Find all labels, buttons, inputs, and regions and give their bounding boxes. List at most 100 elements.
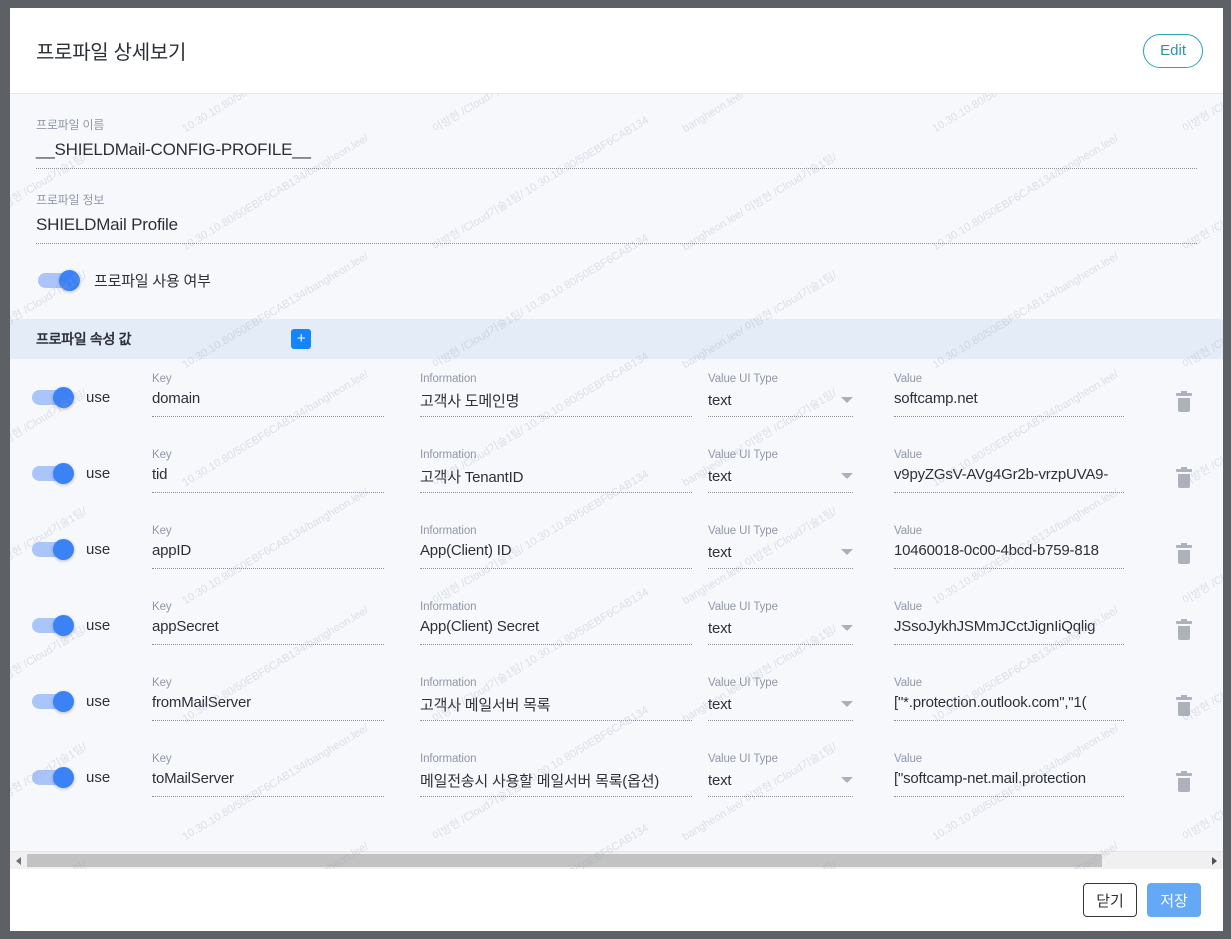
- attribute-uitype-value: text: [708, 544, 732, 561]
- attribute-key-input[interactable]: fromMailServer: [152, 694, 384, 721]
- chevron-down-icon: [841, 548, 853, 555]
- attribute-value-input[interactable]: JSsoJykhJSMmJCctJignIiQqlig: [894, 618, 1124, 645]
- attribute-information-cell: Information App(Client) Secret: [420, 595, 708, 645]
- key-column-label: Key: [152, 449, 172, 461]
- profile-enabled-label: 프로파일 사용 여부: [94, 273, 211, 290]
- attribute-value-input[interactable]: v9pyZGsV-AVg4Gr2b-vrzpUVA9-: [894, 466, 1124, 493]
- attribute-key-input[interactable]: toMailServer: [152, 770, 384, 797]
- attribute-value-input[interactable]: ["softcamp-net.mail.protection: [894, 770, 1124, 797]
- attribute-uitype-select[interactable]: text: [708, 770, 853, 797]
- table-row: use Key fromMailServer Information 고객사 메일서버 …: [10, 671, 1223, 747]
- attribute-value-input[interactable]: 10460018-0c00-4bcd-b759-818: [894, 542, 1124, 569]
- attribute-delete-cell: [1154, 367, 1214, 412]
- information-column-label: Information: [420, 373, 477, 385]
- save-button[interactable]: 저장: [1147, 883, 1201, 917]
- attribute-information-input[interactable]: 고객사 도메인명: [420, 390, 692, 417]
- attribute-use-toggle[interactable]: [32, 539, 74, 560]
- attribute-key-input[interactable]: domain: [152, 390, 384, 417]
- trash-icon[interactable]: [1176, 467, 1192, 488]
- trash-icon[interactable]: [1176, 695, 1192, 716]
- attribute-use-toggle[interactable]: [32, 767, 74, 788]
- attributes-row-list: use Key domain Information 고객사 도메인명 Value UI …: [10, 359, 1223, 823]
- attribute-key-cell: Key toMailServer: [152, 747, 420, 797]
- uitype-column-label: Value UI Type: [708, 753, 778, 765]
- toggle-knob-icon: [53, 691, 74, 712]
- trash-icon[interactable]: [1176, 543, 1192, 564]
- dialog-header: 프로파일 상세보기 Edit: [10, 8, 1223, 94]
- attribute-use-toggle[interactable]: [32, 691, 74, 712]
- attribute-information-input[interactable]: 고객사 메일서버 목록: [420, 694, 692, 721]
- attribute-value-cell: Value 10460018-0c00-4bcd-b759-818: [894, 519, 1154, 569]
- attribute-key-cell: Key appSecret: [152, 595, 420, 645]
- key-column-label: Key: [152, 601, 172, 613]
- trash-icon[interactable]: [1176, 619, 1192, 640]
- attribute-information-cell: Information 고객사 도메인명: [420, 367, 708, 417]
- attribute-information-input[interactable]: App(Client) Secret: [420, 618, 692, 645]
- close-button[interactable]: 닫기: [1083, 883, 1137, 917]
- profile-info-input[interactable]: SHIELDMail Profile: [36, 215, 1197, 244]
- attribute-use-cell: use: [32, 595, 152, 636]
- attribute-use-toggle[interactable]: [32, 615, 74, 636]
- attribute-uitype-cell: Value UI Type text: [708, 367, 894, 417]
- attribute-uitype-value: text: [708, 468, 732, 485]
- scroll-right-arrow-icon[interactable]: [1206, 852, 1223, 869]
- attribute-delete-cell: [1154, 747, 1214, 792]
- attribute-use-label: use: [86, 465, 111, 482]
- attribute-information-cell: Information App(Client) ID: [420, 519, 708, 569]
- value-column-label: Value: [894, 753, 923, 765]
- attribute-information-cell: Information 메일전송시 사용할 메일서버 목록(옵션): [420, 747, 708, 797]
- chevron-down-icon: [841, 472, 853, 479]
- value-column-label: Value: [894, 525, 923, 537]
- attribute-use-toggle[interactable]: [32, 387, 74, 408]
- value-column-label: Value: [894, 601, 923, 613]
- attribute-information-input[interactable]: 메일전송시 사용할 메일서버 목록(옵션): [420, 770, 692, 797]
- chevron-down-icon: [841, 776, 853, 783]
- dialog-body: 프로파일 이름 __SHIELDMail-CONFIG-PROFILE__ 프로…: [10, 94, 1223, 869]
- scrollbar-track[interactable]: [1102, 854, 1206, 867]
- toggle-knob-icon: [53, 387, 74, 408]
- value-column-label: Value: [894, 373, 923, 385]
- attribute-value-input[interactable]: softcamp.net: [894, 390, 1124, 417]
- attribute-value-input[interactable]: ["*.protection.outlook.com","1(: [894, 694, 1124, 721]
- attribute-use-label: use: [86, 541, 111, 558]
- attribute-uitype-value: text: [708, 772, 732, 789]
- attribute-information-input[interactable]: App(Client) ID: [420, 542, 692, 569]
- edit-button[interactable]: Edit: [1143, 33, 1203, 68]
- attribute-delete-cell: [1154, 519, 1214, 564]
- horizontal-scrollbar[interactable]: [10, 851, 1223, 869]
- uitype-column-label: Value UI Type: [708, 601, 778, 613]
- attribute-key-input[interactable]: appID: [152, 542, 384, 569]
- attribute-use-label: use: [86, 693, 111, 710]
- chevron-down-icon: [841, 700, 853, 707]
- attribute-use-label: use: [86, 769, 111, 786]
- trash-icon[interactable]: [1176, 391, 1192, 412]
- attribute-uitype-select[interactable]: text: [708, 618, 853, 645]
- attribute-use-cell: use: [32, 443, 152, 484]
- attribute-uitype-select[interactable]: text: [708, 542, 853, 569]
- attribute-use-toggle[interactable]: [32, 463, 74, 484]
- trash-icon[interactable]: [1176, 771, 1192, 792]
- attribute-uitype-cell: Value UI Type text: [708, 443, 894, 493]
- value-column-label: Value: [894, 677, 923, 689]
- attribute-use-label: use: [86, 389, 111, 406]
- uitype-column-label: Value UI Type: [708, 525, 778, 537]
- scrollbar-thumb[interactable]: [27, 854, 1102, 867]
- table-row: use Key appID Information App(Client) ID Valu…: [10, 519, 1223, 595]
- scroll-left-arrow-icon[interactable]: [10, 852, 27, 869]
- attribute-value-cell: Value v9pyZGsV-AVg4Gr2b-vrzpUVA9-: [894, 443, 1154, 493]
- information-column-label: Information: [420, 525, 477, 537]
- profile-name-input[interactable]: __SHIELDMail-CONFIG-PROFILE__: [36, 140, 1197, 169]
- attribute-delete-cell: [1154, 671, 1214, 716]
- attribute-uitype-select[interactable]: text: [708, 390, 853, 417]
- attribute-delete-cell: [1154, 443, 1214, 488]
- profile-enabled-toggle[interactable]: [38, 270, 80, 291]
- attribute-uitype-select[interactable]: text: [708, 466, 853, 493]
- attribute-key-cell: Key tid: [152, 443, 420, 493]
- attribute-key-input[interactable]: appSecret: [152, 618, 384, 645]
- attribute-uitype-select[interactable]: text: [708, 694, 853, 721]
- toggle-knob-icon: [53, 463, 74, 484]
- attribute-information-input[interactable]: 고객사 TenantID: [420, 466, 692, 493]
- attribute-uitype-value: text: [708, 696, 732, 713]
- attribute-key-input[interactable]: tid: [152, 466, 384, 493]
- add-attribute-button[interactable]: +: [291, 329, 312, 349]
